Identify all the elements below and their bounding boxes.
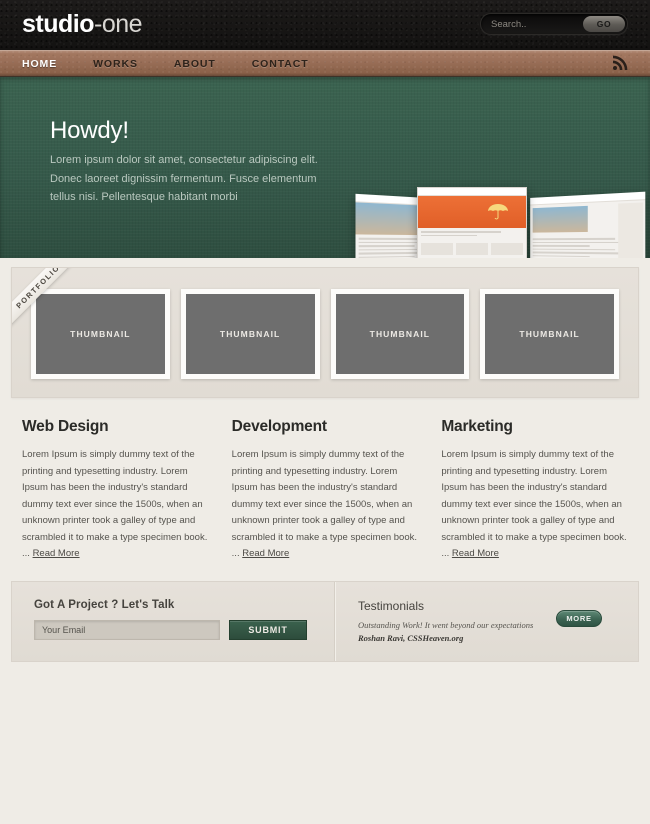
hero-screenshot-collage xyxy=(355,185,646,258)
collage-screenshot-center xyxy=(417,187,527,258)
testimonials-more-button[interactable]: MORE xyxy=(556,609,602,627)
search-go-button[interactable]: GO xyxy=(583,16,625,32)
column-title: Web Design xyxy=(22,418,109,435)
email-input[interactable] xyxy=(34,619,220,640)
portfolio-thumbnail[interactable]: THUMBNAIL xyxy=(330,289,470,379)
testimonials-panel: Testimonials Outstanding Work! It went b… xyxy=(335,581,638,661)
search-input[interactable] xyxy=(491,14,579,34)
site-logo[interactable]: studio-one xyxy=(22,9,143,39)
portfolio-section: PORTFOLIO THUMBNAIL THUMBNAIL THUMBNAIL … xyxy=(11,267,639,398)
nav-item-about[interactable]: ABOUT xyxy=(174,58,216,70)
services-columns: Web Design Lorem Ipsum is simply dummy t… xyxy=(0,398,650,563)
column-body: Lorem Ipsum is simply dummy text of the … xyxy=(231,449,418,559)
testimonial-quote-block: Outstanding Work! It went beyond our exp… xyxy=(358,619,534,645)
contact-form-panel: Got A Project ? Let's Talk SUBMIT xyxy=(12,581,335,661)
hero-description: Lorem ipsum dolor sit amet, consectetur … xyxy=(50,154,318,203)
main-navigation: HOME WORKS ABOUT CONTACT xyxy=(0,50,650,77)
collage-screenshot-right xyxy=(530,191,646,258)
column-body: Lorem Ipsum is simply dummy text of the … xyxy=(22,449,208,559)
thumbnail-label: THUMBNAIL xyxy=(185,294,315,374)
contact-form-row: SUBMIT xyxy=(34,619,334,640)
service-column-marketing: Marketing Lorem Ipsum is simply dummy te… xyxy=(441,418,628,563)
nav-item-contact[interactable]: CONTACT xyxy=(252,58,309,70)
contact-form-title: Got A Project ? Let's Talk xyxy=(34,598,175,611)
read-more-link[interactable]: Read More xyxy=(33,548,80,559)
service-column-development: Development Lorem Ipsum is simply dummy … xyxy=(232,418,419,563)
column-title: Development xyxy=(231,418,327,435)
umbrella-icon xyxy=(486,202,510,220)
portfolio-thumbnail[interactable]: THUMBNAIL xyxy=(180,289,320,379)
logo-thin-part: -one xyxy=(94,10,143,38)
column-title: Marketing xyxy=(441,418,513,435)
testimonial-author: Roshan Ravi, CSSHeaven.org xyxy=(358,632,464,643)
site-header: studio-one GO xyxy=(0,0,650,50)
logo-bold-part: studio xyxy=(22,10,95,38)
thumbnail-label: THUMBNAIL xyxy=(485,294,614,374)
nav-item-works[interactable]: WORKS xyxy=(93,58,138,70)
nav-list: HOME WORKS ABOUT CONTACT xyxy=(22,50,345,77)
thumbnail-label: THUMBNAIL xyxy=(335,294,465,374)
column-body: Lorem Ipsum is simply dummy text of the … xyxy=(441,449,627,559)
rss-icon[interactable] xyxy=(612,55,628,71)
search-box: GO xyxy=(480,13,628,35)
testimonial-quote: Outstanding Work! It went beyond our exp… xyxy=(358,619,534,630)
portfolio-thumbnail[interactable]: THUMBNAIL xyxy=(31,289,170,379)
read-more-link[interactable]: Read More xyxy=(452,548,499,559)
service-column-web-design: Web Design Lorem Ipsum is simply dummy t… xyxy=(22,418,209,563)
portfolio-thumbnail-grid: THUMBNAIL THUMBNAIL THUMBNAIL THUMBNAIL xyxy=(12,268,638,397)
submit-button[interactable]: SUBMIT xyxy=(229,619,307,640)
read-more-link[interactable]: Read More xyxy=(242,548,289,559)
bottom-panels: Got A Project ? Let's Talk SUBMIT Testim… xyxy=(11,580,639,662)
nav-item-home[interactable]: HOME xyxy=(22,58,57,70)
hero-slider: Howdy! Lorem ipsum dolor sit amet, conse… xyxy=(0,77,650,258)
hero-title: Howdy! xyxy=(50,117,129,144)
thumbnail-label: THUMBNAIL xyxy=(36,294,165,374)
portfolio-thumbnail[interactable]: THUMBNAIL xyxy=(480,289,619,379)
